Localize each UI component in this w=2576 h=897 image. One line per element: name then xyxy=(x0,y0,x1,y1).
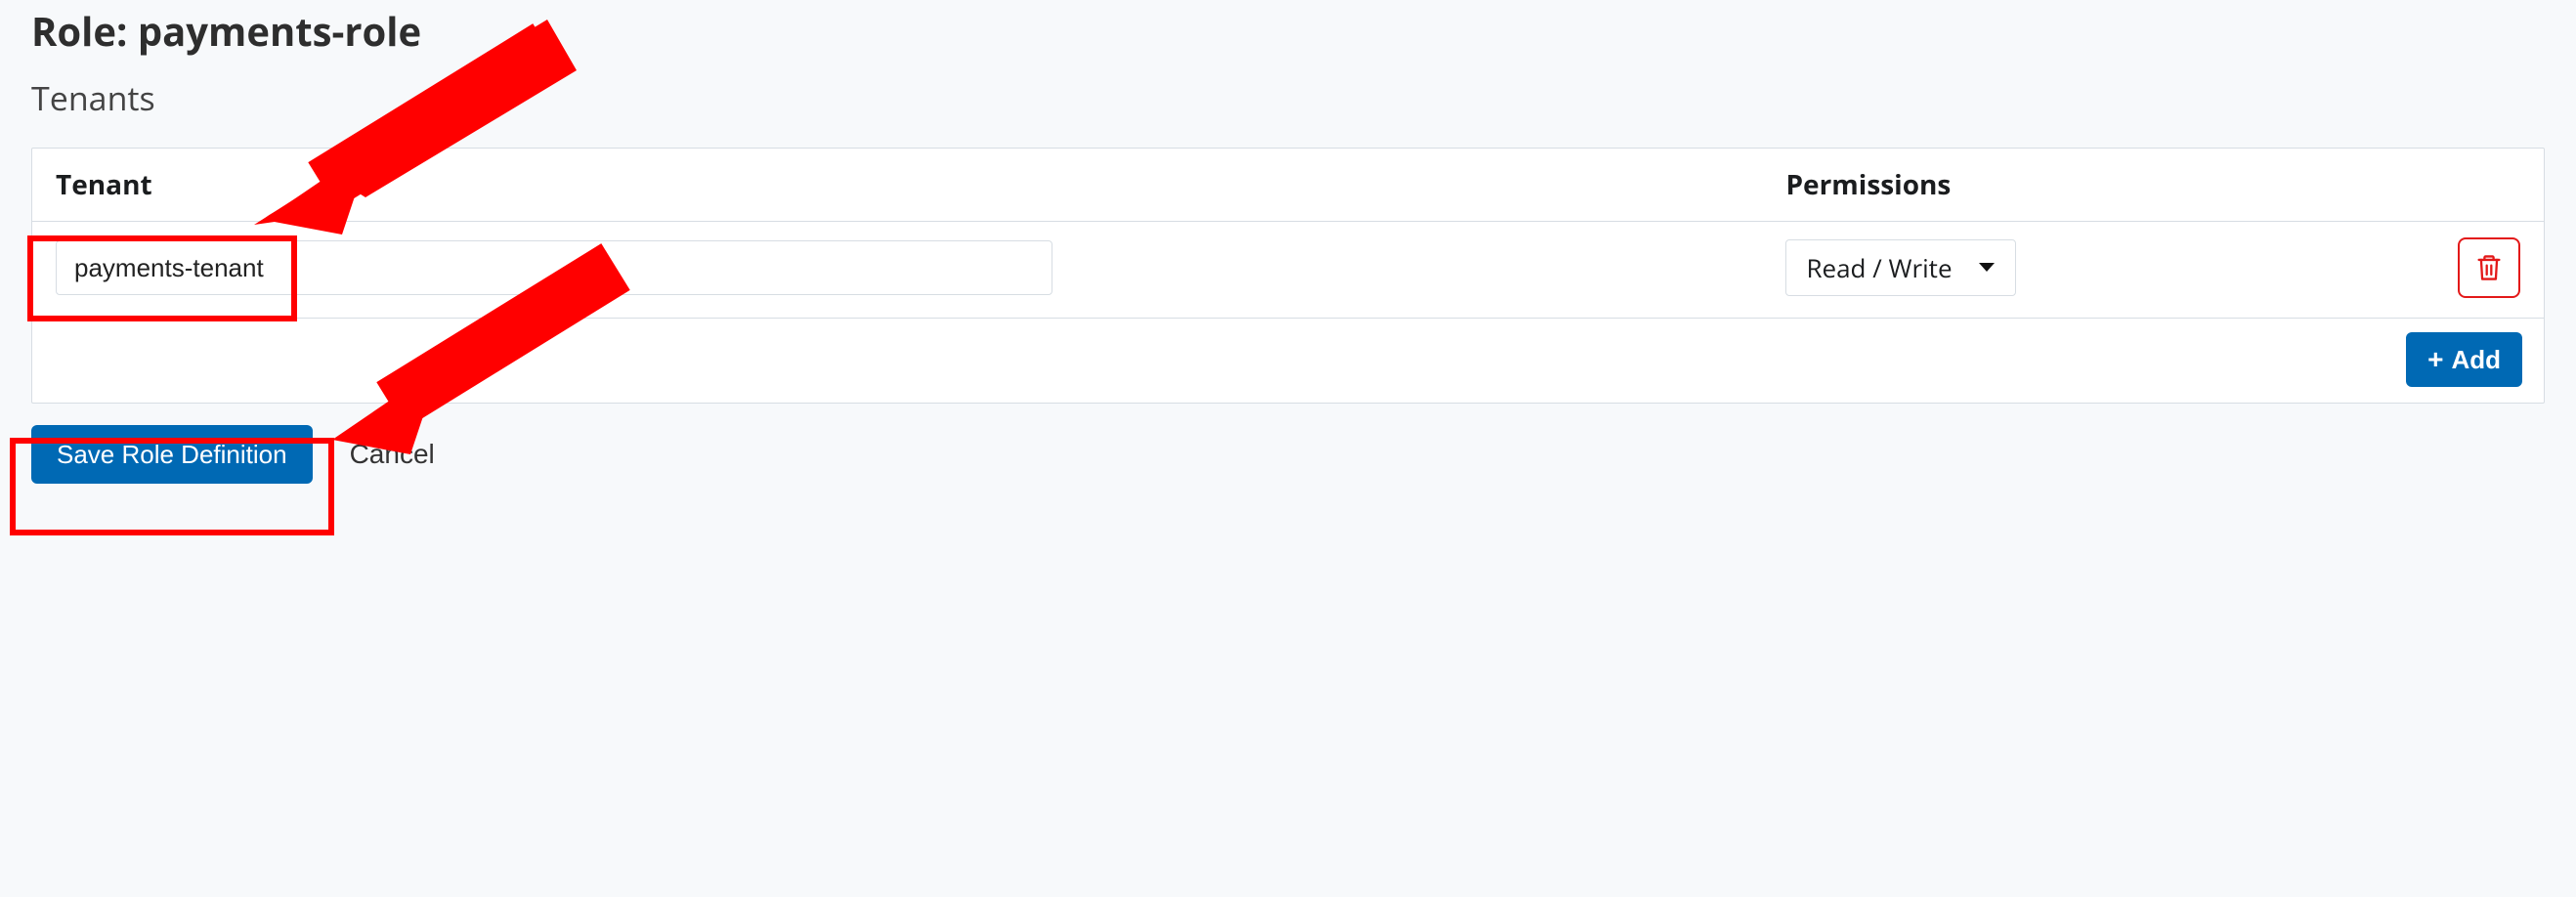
tenants-table: Tenant Permissions Read / Write xyxy=(31,148,2545,404)
tenants-table-header: Tenant Permissions xyxy=(32,149,2544,222)
permissions-dropdown[interactable]: Read / Write xyxy=(1785,239,2015,296)
table-row: Read / Write xyxy=(32,222,2544,319)
tenant-name-input[interactable] xyxy=(56,240,1052,295)
add-tenant-label: Add xyxy=(2451,345,2501,375)
caret-down-icon xyxy=(1978,262,1996,274)
form-actions: Save Role Definition Cancel xyxy=(31,425,2545,484)
role-name: payments-role xyxy=(138,4,421,58)
column-header-tenant: Tenant xyxy=(56,166,1785,203)
plus-icon: + xyxy=(2427,346,2443,373)
cancel-button[interactable]: Cancel xyxy=(336,433,449,476)
add-tenant-button[interactable]: + Add xyxy=(2406,332,2522,387)
permissions-dropdown-value: Read / Write xyxy=(1806,250,1952,285)
save-role-definition-button[interactable]: Save Role Definition xyxy=(31,425,313,484)
page-title: Role: payments-role xyxy=(31,0,2545,58)
section-title-tenants: Tenants xyxy=(31,75,2545,120)
trash-icon xyxy=(2475,253,2503,282)
delete-row-button[interactable] xyxy=(2458,237,2520,298)
tenants-table-footer: + Add xyxy=(32,319,2544,403)
title-prefix: Role: xyxy=(31,4,138,58)
column-header-permissions: Permissions xyxy=(1785,166,2520,203)
